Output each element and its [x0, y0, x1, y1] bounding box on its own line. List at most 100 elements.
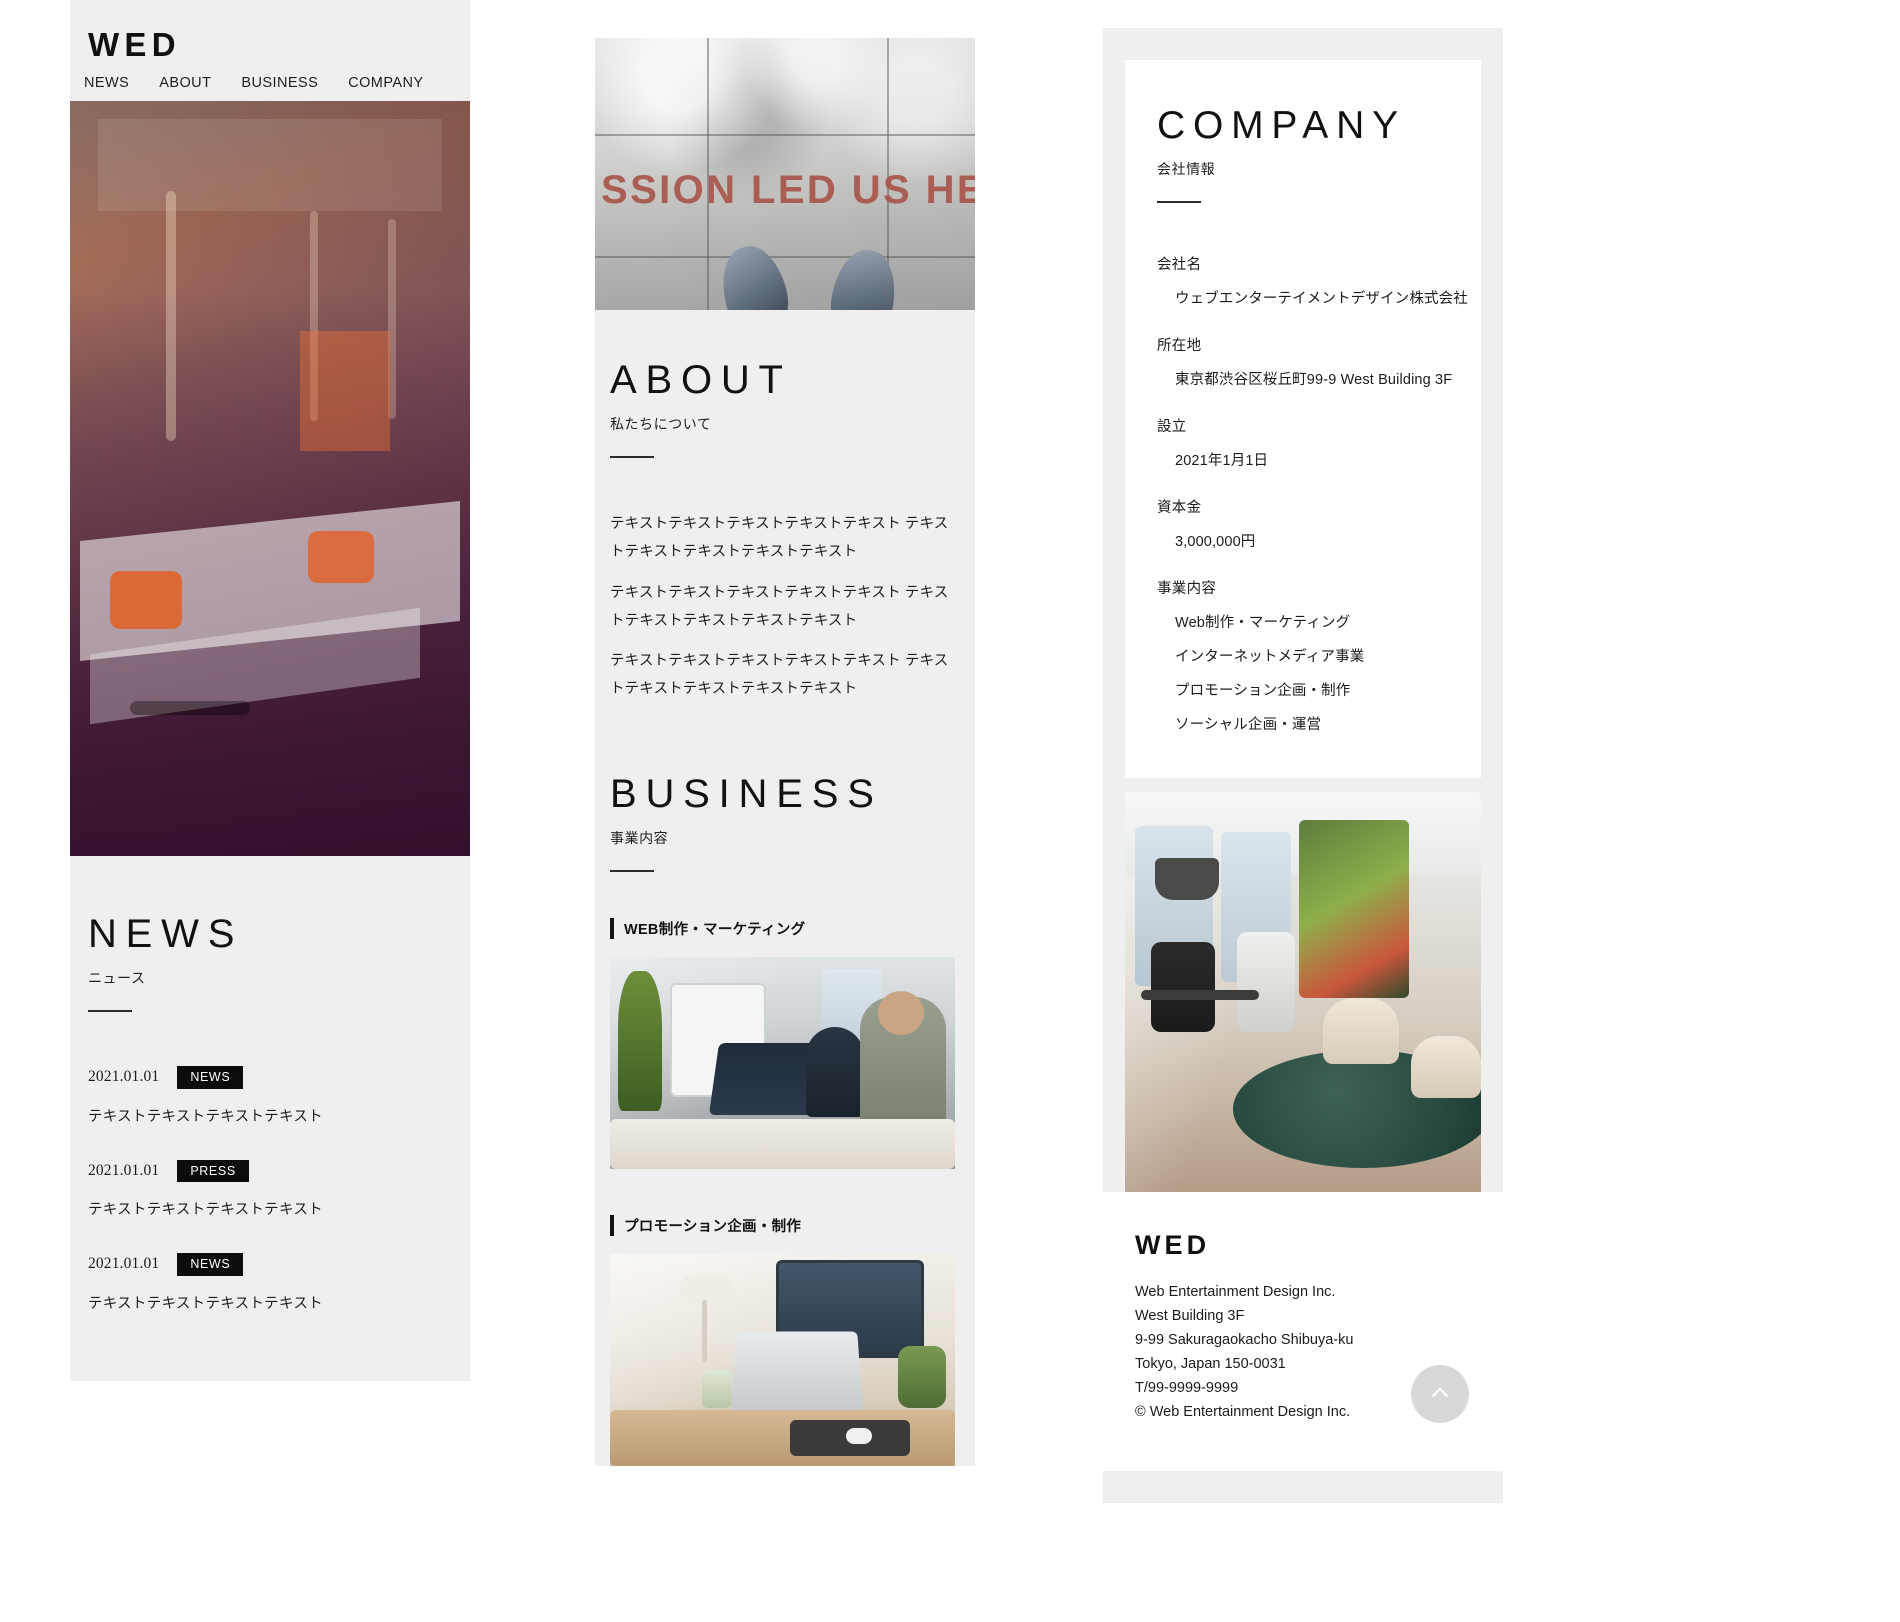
about-copy: テキストテキストテキストテキストテキスト テキストテキストテキストテキストテキス… [610, 510, 955, 704]
site-footer: WED Web Entertainment Design Inc. West B… [1103, 1192, 1503, 1471]
hero-image-office [70, 101, 470, 856]
about-title: ABOUT [610, 358, 792, 402]
person-seated-left [1151, 942, 1215, 1032]
business-divider [610, 869, 654, 872]
about-paragraph: テキストテキストテキストテキストテキスト テキストテキストテキストテキストテキス… [610, 516, 949, 561]
wall-seam-h2 [595, 256, 975, 258]
site-header: WED NEWS ABOUT BUSINESS COMPANY [70, 0, 470, 101]
column-home: WED NEWS ABOUT BUSINESS COMPANY NEWS ニュー… [70, 0, 470, 1381]
footer-logo[interactable]: WED [1135, 1232, 1503, 1259]
pendant-lamp [1155, 858, 1219, 900]
about-divider [610, 456, 654, 458]
hero-overlay [70, 101, 470, 856]
company-divider [1157, 201, 1201, 203]
company-label-founded: 設立 [1157, 419, 1187, 435]
company-label-business: 事業内容 [1157, 581, 1217, 597]
company-card: COMPANY 会社情報 会社名 ウェブエンターテイメントデザイン株式会社 所在… [1125, 60, 1481, 778]
news-date: 2021.01.01 [88, 1161, 160, 1179]
wall-seam-h [595, 134, 975, 136]
news-headline[interactable]: テキストテキストテキストテキスト [88, 1292, 470, 1313]
footer-line-company: Web Entertainment Design Inc. [1135, 1284, 1336, 1300]
company-value-business-3: プロモーション企画・制作 [1175, 683, 1351, 699]
accent-bar-icon [610, 1214, 614, 1236]
company-subtitle: 会社情報 [1157, 161, 1216, 177]
ceiling-shape [98, 119, 442, 211]
company-value-business-2: インターネットメディア事業 [1175, 649, 1365, 665]
company-title: COMPANY [1157, 104, 1406, 147]
company-value-business-4: ソーシャル企画・運営 [1175, 717, 1322, 733]
laptop-shape [730, 1331, 864, 1414]
company-label-capital: 資本金 [1157, 500, 1202, 516]
nav-item-company[interactable]: COMPANY [348, 75, 423, 91]
list-item[interactable]: 2021.01.01 NEWS テキストテキストテキストテキスト [88, 1066, 470, 1126]
person-back [806, 1026, 864, 1117]
company-value-business-1: Web制作・マーケティング [1175, 615, 1351, 631]
business-section: BUSINESS 事業内容 WEB制作・マーケティング プロモーション企画・制作 [610, 774, 955, 1466]
plant-right [898, 1345, 946, 1408]
news-headline[interactable]: テキストテキストテキストテキスト [88, 1198, 470, 1219]
back-to-top-button[interactable] [1411, 1364, 1469, 1423]
armchair-1 [1323, 998, 1399, 1064]
armchair-2 [1411, 1036, 1481, 1098]
business-subtitle: 事業内容 [610, 829, 669, 846]
plant-shape [618, 970, 662, 1111]
desk-top [610, 1118, 955, 1169]
desk-lamp-shade [680, 1275, 734, 1304]
business-image-web [610, 956, 955, 1169]
company-lounge-image [1125, 792, 1481, 1192]
chair-base [130, 701, 250, 715]
lamp-pole-1 [166, 191, 176, 441]
about-section: ABOUT 私たちについて テキストテキストテキストテキストテキスト テキストテ… [610, 360, 955, 704]
news-divider [88, 1010, 132, 1012]
news-subtitle: ニュース [88, 970, 146, 986]
nav-item-business[interactable]: BUSINESS [241, 75, 318, 91]
news-date: 2021.01.01 [88, 1255, 160, 1273]
news-headline[interactable]: テキストテキストテキストテキスト [88, 1105, 470, 1126]
person-standing [1237, 932, 1295, 1032]
business-item-label: WEB制作・マーケティング [624, 921, 806, 938]
company-value-name: ウェブエンターテイメントデザイン株式会社 [1175, 291, 1468, 307]
person-head [878, 990, 924, 1035]
footer-line-building: West Building 3F [1135, 1307, 1245, 1324]
footer-line-street: 9-99 Sakuragaokacho Shibuya-ku [1135, 1331, 1354, 1348]
accent-bar-icon [610, 917, 614, 939]
about-paragraph: テキストテキストテキストテキストテキスト テキストテキストテキストテキストテキス… [610, 584, 949, 629]
mouse-shape [846, 1427, 872, 1444]
site-logo[interactable]: WED [88, 28, 470, 61]
business-image-promotion [610, 1253, 955, 1466]
column-about-business: SSION LED US HE ABOUT 私たちについて テキストテキストテキ… [595, 38, 975, 1466]
company-value-address: 東京都渋谷区桜丘町99-9 West Building 3F [1175, 372, 1453, 388]
main-nav: NEWS ABOUT BUSINESS COMPANY [84, 75, 470, 101]
news-title: NEWS [88, 912, 244, 956]
art-panel [1299, 820, 1409, 998]
about-subtitle: 私たちについて [610, 416, 712, 432]
company-label-name: 会社名 [1157, 257, 1202, 273]
status-badge: PRESS [177, 1159, 249, 1182]
news-date: 2021.01.01 [88, 1068, 160, 1086]
company-panel: COMPANY 会社情報 会社名 ウェブエンターテイメントデザイン株式会社 所在… [1103, 28, 1503, 1503]
business-item-web: WEB制作・マーケティング [610, 917, 955, 1169]
column-company: COMPANY 会社情報 会社名 ウェブエンターテイメントデザイン株式会社 所在… [1103, 28, 1503, 1503]
about-paragraph: テキストテキストテキストテキストテキスト テキストテキストテキストテキストテキス… [610, 653, 949, 698]
about-hero-image: SSION LED US HE [595, 38, 975, 310]
page-root: WED NEWS ABOUT BUSINESS COMPANY NEWS ニュー… [0, 0, 1900, 1622]
desk-lamp-arm [702, 1299, 707, 1362]
nav-item-news[interactable]: NEWS [84, 75, 129, 91]
news-section: NEWS ニュース 2021.01.01 NEWS テキストテキストテキストテキ… [70, 856, 470, 1381]
status-badge: NEWS [177, 1066, 244, 1089]
status-badge: NEWS [177, 1253, 244, 1276]
wall-panel-orange [300, 331, 390, 451]
list-item[interactable]: 2021.01.01 PRESS テキストテキストテキストテキスト [88, 1159, 470, 1220]
table-edge [1141, 990, 1259, 1000]
business-item-promotion: プロモーション企画・制作 [610, 1214, 955, 1466]
list-item[interactable]: 2021.01.01 NEWS テキストテキストテキストテキスト [88, 1253, 470, 1313]
company-value-capital: 3,000,000円 [1175, 534, 1256, 550]
nav-item-about[interactable]: ABOUT [159, 75, 211, 91]
chair-orange-2 [308, 531, 374, 583]
company-label-address: 所在地 [1157, 338, 1202, 354]
small-plant [702, 1369, 732, 1408]
chair-orange-1 [110, 571, 182, 629]
about-business-body: ABOUT 私たちについて テキストテキストテキストテキストテキスト テキストテ… [595, 310, 975, 1466]
business-item-label: プロモーション企画・制作 [624, 1218, 802, 1235]
business-title: BUSINESS [610, 771, 883, 816]
